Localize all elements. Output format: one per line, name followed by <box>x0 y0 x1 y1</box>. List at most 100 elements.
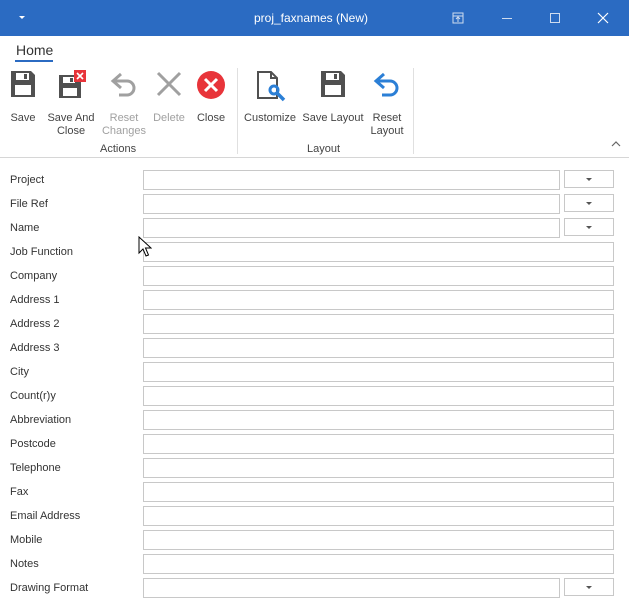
count-r-y-label: Count(r)y <box>10 390 56 402</box>
tab-home-indicator <box>15 60 53 62</box>
mobile-field[interactable] <box>143 530 614 550</box>
email-address-field[interactable] <box>143 506 614 526</box>
name-dropdown-button[interactable] <box>564 218 614 236</box>
save-button[interactable]: Save <box>6 70 40 125</box>
project-field[interactable] <box>143 170 560 190</box>
file-ref-field[interactable] <box>143 194 560 214</box>
name-label: Name <box>10 222 40 234</box>
form-row: Address 1 <box>0 289 629 313</box>
collapse-ribbon-button[interactable] <box>610 138 624 152</box>
city-label: City <box>10 366 29 378</box>
drawing-format-field[interactable] <box>143 578 560 598</box>
minimize-icon <box>502 18 512 19</box>
form-row: Job Function <box>0 241 629 265</box>
chevron-up-icon <box>611 141 621 147</box>
form-row: City <box>0 361 629 385</box>
reset-layout-button[interactable]: Reset Layout <box>366 70 408 138</box>
undo-icon <box>373 72 399 97</box>
name-field[interactable] <box>143 218 560 238</box>
address-2-label: Address 2 <box>10 318 60 330</box>
abbreviation-field[interactable] <box>143 410 614 430</box>
save-and-close-button[interactable]: Save And Close <box>44 70 98 138</box>
job-function-field[interactable] <box>143 242 614 262</box>
file-ref-dropdown-button[interactable] <box>564 194 614 212</box>
floppy-disk-icon <box>321 71 345 97</box>
form-row: Address 3 <box>0 337 629 361</box>
notes-label: Notes <box>10 558 39 570</box>
project-label: Project <box>10 174 45 186</box>
email-address-label: Email Address <box>10 510 81 522</box>
customize-button[interactable]: Customize <box>243 70 297 125</box>
mobile-label: Mobile <box>10 534 43 546</box>
chevron-down-icon <box>586 586 592 589</box>
window-title: proj_faxnames (New) <box>253 11 369 25</box>
undo-icon <box>110 72 136 97</box>
document-wrench-icon <box>257 71 286 102</box>
delete-button[interactable]: Delete <box>150 70 188 125</box>
count-r-y-field[interactable] <box>143 386 614 406</box>
form-row: Notes <box>0 553 629 577</box>
floppy-disk-icon <box>11 71 35 97</box>
telephone-field[interactable] <box>143 458 614 478</box>
project-dropdown-button[interactable] <box>564 170 614 188</box>
fax-field[interactable] <box>143 482 614 502</box>
ribbon: Save Save And Close Reset Changes Delete… <box>0 64 629 158</box>
form-row: Mobile <box>0 529 629 553</box>
postcode-label: Postcode <box>10 438 56 450</box>
address-2-field[interactable] <box>143 314 614 334</box>
form-row: Telephone <box>0 457 629 481</box>
mouse-cursor-icon <box>138 236 152 257</box>
tab-home[interactable]: Home <box>16 42 53 58</box>
close-circle-icon <box>197 71 225 99</box>
form-row: Company <box>0 265 629 289</box>
fax-label: Fax <box>10 486 29 498</box>
city-field[interactable] <box>143 362 614 382</box>
chevron-down-icon <box>586 202 592 205</box>
chevron-down-icon <box>586 226 592 229</box>
form-row: Fax <box>0 481 629 505</box>
save-layout-button[interactable]: Save Layout <box>300 70 366 125</box>
delete-label: Delete <box>153 112 185 124</box>
telephone-label: Telephone <box>10 462 61 474</box>
reset-changes-button[interactable]: Reset Changes <box>100 70 148 138</box>
save-layout-label: Save Layout <box>302 112 364 124</box>
group-label-layout: Layout <box>307 143 341 155</box>
edit-form: Project File Ref Name Job Function Company Ad… <box>0 158 629 604</box>
x-icon <box>156 71 182 97</box>
close-window-button[interactable] <box>590 8 616 28</box>
form-row: Drawing Format <box>0 577 629 601</box>
form-row: Count(r)y <box>0 385 629 409</box>
floppy-disk-x-icon <box>59 70 86 98</box>
maximize-button[interactable] <box>542 8 568 28</box>
ribbon-tabs: Home <box>0 36 629 64</box>
form-row: Project <box>0 169 629 193</box>
company-label: Company <box>10 270 58 282</box>
notes-field[interactable] <box>143 554 614 574</box>
form-row: Name <box>0 217 629 241</box>
close-label: Close <box>196 112 226 124</box>
ribbon-group-separator <box>237 68 238 154</box>
close-button[interactable]: Close <box>194 70 228 125</box>
save-button-label: Save <box>10 112 36 124</box>
pin-window-button[interactable] <box>445 8 471 28</box>
address-3-label: Address 3 <box>10 342 60 354</box>
save-and-close-label: Save And Close <box>47 112 95 137</box>
file-ref-label: File Ref <box>10 198 48 210</box>
address-1-label: Address 1 <box>10 294 60 306</box>
form-row: File Ref <box>0 193 629 217</box>
minimize-button[interactable] <box>494 8 520 28</box>
customize-label: Customize <box>244 112 296 124</box>
group-label-actions: Actions <box>100 143 137 155</box>
drawing-format-dropdown-button[interactable] <box>564 578 614 596</box>
pin-icon <box>452 12 464 24</box>
company-field[interactable] <box>143 266 614 286</box>
drawing-format-label: Drawing Format <box>10 582 89 594</box>
form-row: Postcode <box>0 433 629 457</box>
abbreviation-label: Abbreviation <box>10 414 72 426</box>
postcode-field[interactable] <box>143 434 614 454</box>
reset-layout-label: Reset Layout <box>370 112 404 137</box>
address-3-field[interactable] <box>143 338 614 358</box>
form-row: Address 2 <box>0 313 629 337</box>
address-1-field[interactable] <box>143 290 614 310</box>
chevron-down-icon <box>586 178 592 181</box>
